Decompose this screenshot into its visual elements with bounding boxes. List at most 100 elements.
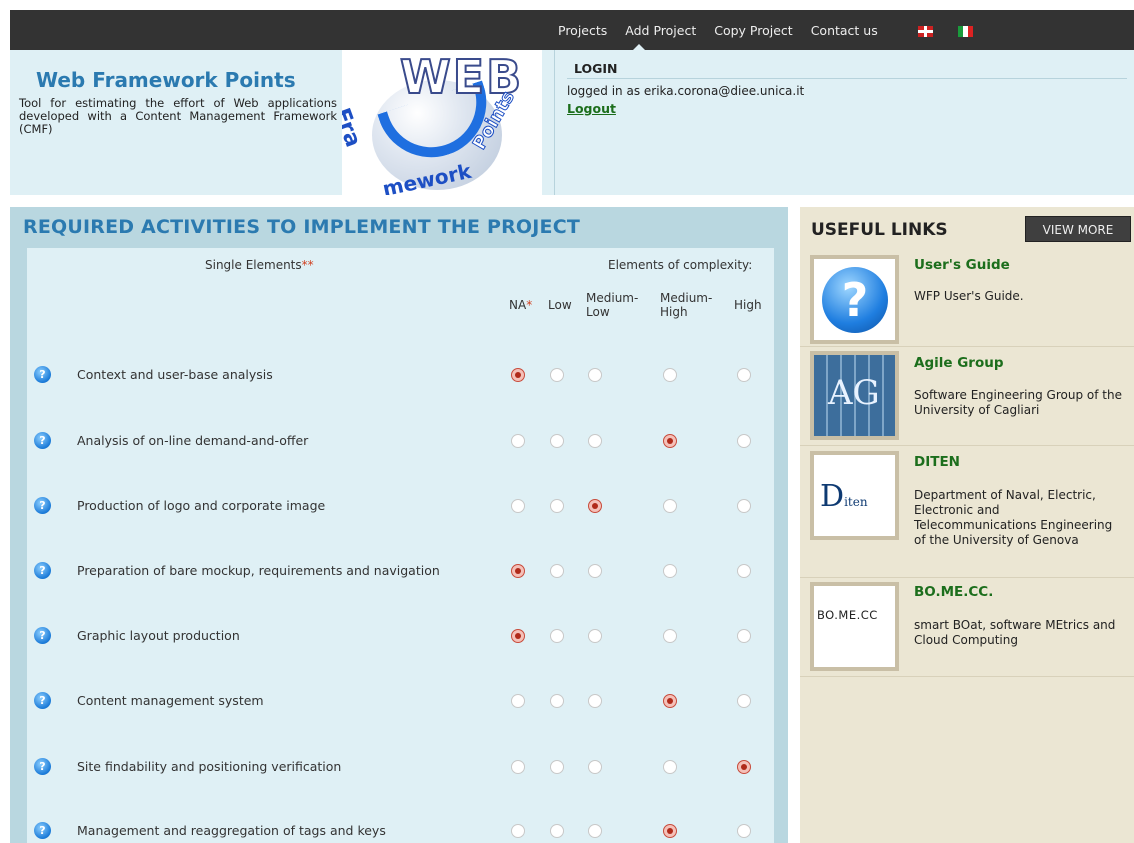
radio-low[interactable] [550, 824, 564, 838]
radio-high[interactable] [737, 694, 751, 708]
col-medium-low-line1: Medium- [586, 291, 639, 305]
uk-flag-icon[interactable] [918, 26, 933, 37]
bomecc-link[interactable]: BO.ME.CC. [914, 584, 993, 600]
radio-medium-high[interactable] [663, 824, 677, 838]
users-guide-desc: WFP User's Guide. [914, 289, 1024, 303]
radio-high[interactable] [737, 629, 751, 643]
users-guide-thumbnail[interactable]: ? [810, 255, 899, 344]
radio-na[interactable] [511, 629, 525, 643]
info-icon[interactable]: ? [34, 562, 51, 579]
radio-medium-high[interactable] [663, 499, 677, 513]
activity-label: Analysis of on-line demand-and-offer [77, 433, 309, 448]
info-icon[interactable]: ? [34, 822, 51, 839]
radio-na[interactable] [511, 694, 525, 708]
activity-label: Preparation of bare mockup, requirements… [77, 563, 440, 578]
help-icon: ? [822, 267, 888, 333]
radio-low[interactable] [550, 564, 564, 578]
radio-na[interactable] [511, 434, 525, 448]
nav-contact-us[interactable]: Contact us [811, 23, 878, 38]
diten-logo-text: iten [844, 495, 868, 509]
radio-high[interactable] [737, 434, 751, 448]
radio-na[interactable] [511, 564, 525, 578]
agile-group-desc: Software Engineering Group of the Univer… [914, 388, 1122, 417]
activity-label: Graphic layout production [77, 628, 240, 643]
login-panel [554, 50, 1134, 195]
radio-medium-high[interactable] [663, 434, 677, 448]
info-icon[interactable]: ? [34, 366, 51, 383]
main-nav: Projects Add Project Copy Project Contac… [558, 23, 896, 51]
diten-desc: Department of Naval, Electric, Electroni… [914, 488, 1113, 547]
diten-thumbnail[interactable]: Diten [810, 451, 899, 540]
radio-medium-low[interactable] [588, 368, 602, 382]
radio-high[interactable] [737, 564, 751, 578]
radio-medium-low[interactable] [588, 434, 602, 448]
info-icon[interactable]: ? [34, 692, 51, 709]
radio-medium-low[interactable] [588, 760, 602, 774]
radio-medium-high[interactable] [663, 368, 677, 382]
activity-label: Site findability and positioning verific… [77, 759, 342, 774]
na-required-mark: * [526, 298, 533, 312]
activities-title: REQUIRED ACTIVITIES TO IMPLEMENT THE PRO… [23, 216, 581, 238]
agile-group-image-text: AG [828, 373, 880, 413]
agile-group-image: AG [814, 355, 895, 436]
login-status: logged in as erika.corona@diee.unica.it [567, 84, 805, 98]
logo-framework-text: Fra [342, 105, 366, 151]
radio-high[interactable] [737, 824, 751, 838]
col-medium-low: Medium- Low [586, 291, 638, 319]
col-na-label: NA [509, 298, 527, 312]
diten-link[interactable]: DITEN [914, 454, 960, 470]
nav-add-project[interactable]: Add Project [625, 23, 696, 38]
radio-medium-high[interactable] [663, 629, 677, 643]
complexity-header: Elements of complexity: [608, 258, 753, 272]
radio-low[interactable] [550, 368, 564, 382]
radio-low[interactable] [550, 694, 564, 708]
col-high: High [734, 298, 762, 312]
radio-na[interactable] [511, 760, 525, 774]
nav-projects[interactable]: Projects [558, 23, 607, 38]
italy-flag-icon[interactable] [958, 26, 973, 37]
info-icon[interactable]: ? [34, 627, 51, 644]
radio-medium-high[interactable] [663, 694, 677, 708]
site-description: Tool for estimating the effort of Web ap… [19, 96, 337, 136]
view-more-button[interactable]: VIEW MORE [1025, 216, 1131, 242]
login-title: LOGIN [574, 61, 618, 76]
bomecc-desc: smart BOat, software MEtrics and Cloud C… [914, 618, 1116, 647]
radio-medium-low[interactable] [588, 564, 602, 578]
logout-link[interactable]: Logout [567, 101, 616, 116]
activities-table [27, 248, 774, 843]
col-medium-high-line1: Medium- [660, 291, 713, 305]
users-guide-link[interactable]: User's Guide [914, 257, 1010, 273]
radio-medium-low[interactable] [588, 629, 602, 643]
radio-na[interactable] [511, 499, 525, 513]
radio-na[interactable] [511, 824, 525, 838]
info-icon[interactable]: ? [34, 758, 51, 775]
col-medium-high: Medium- High [660, 291, 712, 319]
col-medium-low-line2: Low [586, 305, 610, 319]
radio-na[interactable] [511, 368, 525, 382]
radio-low[interactable] [550, 629, 564, 643]
radio-medium-high[interactable] [663, 564, 677, 578]
radio-medium-low[interactable] [588, 824, 602, 838]
nav-copy-project[interactable]: Copy Project [714, 23, 792, 38]
activity-label: Context and user-base analysis [77, 367, 273, 382]
radio-medium-low[interactable] [588, 694, 602, 708]
useful-links-title: USEFUL LINKS [811, 220, 948, 240]
radio-medium-high[interactable] [663, 760, 677, 774]
radio-low[interactable] [550, 760, 564, 774]
activity-label: Production of logo and corporate image [77, 498, 326, 513]
activity-label: Management and reaggregation of tags and… [77, 823, 386, 838]
info-icon[interactable]: ? [34, 497, 51, 514]
bomecc-logo: BO.ME.CC [817, 608, 878, 622]
radio-low[interactable] [550, 499, 564, 513]
agile-group-link[interactable]: Agile Group [914, 355, 1004, 371]
radio-medium-low[interactable] [588, 499, 602, 513]
login-divider [567, 78, 1127, 79]
single-elements-label: Single Elements [205, 258, 302, 272]
info-icon[interactable]: ? [34, 432, 51, 449]
bomecc-thumbnail[interactable]: BO.ME.CC [810, 582, 899, 671]
radio-high[interactable] [737, 499, 751, 513]
radio-high[interactable] [737, 368, 751, 382]
agile-group-thumbnail[interactable]: AG [810, 351, 899, 440]
radio-low[interactable] [550, 434, 564, 448]
radio-high[interactable] [737, 760, 751, 774]
